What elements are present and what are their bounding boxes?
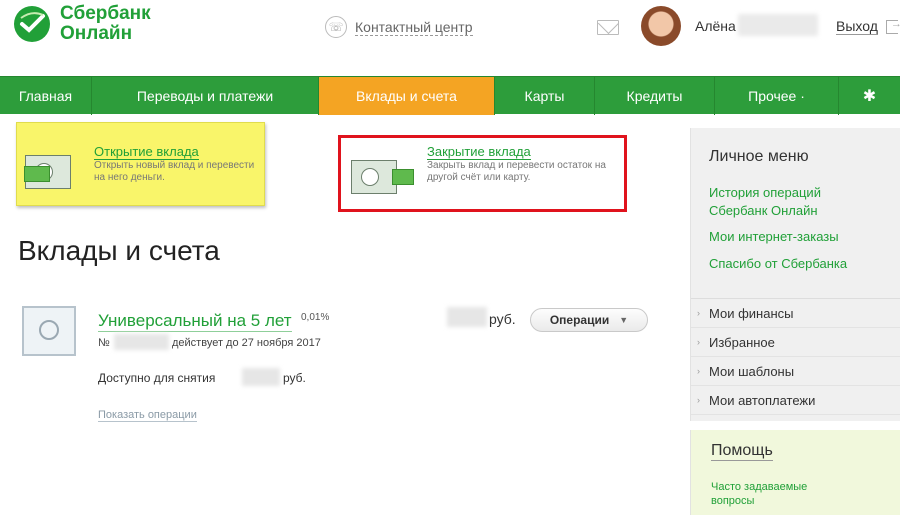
deposit-valid-until: действует до 27 ноября 2017: [172, 337, 321, 349]
balance-currency: руб.: [489, 311, 516, 327]
sidebar-link-spasibo[interactable]: Спасибо от Сбербанка: [709, 255, 847, 274]
chevron-right-icon: ›: [697, 308, 700, 318]
sidebar-item-templates[interactable]: › Мои шаблоны: [691, 357, 900, 386]
help-title[interactable]: Помощь: [711, 442, 773, 461]
deposit-name-link[interactable]: Универсальный на 5 лет: [98, 311, 292, 332]
chevron-right-icon: ›: [697, 395, 700, 405]
chevron-down-icon: ▼: [619, 315, 629, 325]
nav-item-credits[interactable]: Кредиты: [595, 77, 715, 115]
sidebar-item-finances[interactable]: › Мои финансы: [691, 299, 900, 328]
safe-dial: [361, 168, 379, 186]
sidebar-link-history[interactable]: История операций Сбербанк Онлайн: [709, 184, 849, 221]
mail-icon[interactable]: [597, 20, 619, 35]
open-deposit-tile[interactable]: Открытие вклада Открыть новый вклад и пе…: [16, 122, 265, 206]
brand-line-1: Сбербанк: [60, 3, 151, 24]
nav-settings[interactable]: ✱: [839, 77, 900, 115]
banknote-icon: [392, 169, 414, 185]
sidebar-item-label: Мои финансы: [709, 305, 794, 321]
safe-dial: [39, 320, 59, 340]
balance-redacted: [447, 307, 487, 327]
close-deposit-link[interactable]: Закрытие вклада: [427, 145, 531, 160]
sidebar-item-label: Мои шаблоны: [709, 363, 795, 379]
available-label: Доступно для снятия: [98, 371, 216, 385]
account-number-redacted: [114, 334, 169, 350]
nav-item-other[interactable]: Прочее ·: [715, 77, 839, 115]
open-deposit-link[interactable]: Открытие вклада: [94, 145, 199, 160]
nav-item-home[interactable]: Главная: [0, 77, 92, 115]
main-nav: Главная Переводы и платежи Вклады и счет…: [0, 76, 900, 115]
contact-center-link[interactable]: Контактный центр: [355, 19, 473, 36]
phone-icon: ☏: [325, 16, 347, 38]
logout-icon: [885, 18, 900, 34]
logout-button[interactable]: Выход: [836, 18, 900, 35]
sidebar-item-autopayments[interactable]: › Мои автоплатежи: [691, 386, 900, 415]
avatar[interactable]: [641, 6, 681, 46]
sidebar-item-favorites[interactable]: › Избранное: [691, 328, 900, 357]
operations-label: Операции: [549, 313, 610, 327]
brand-line-2: Онлайн: [60, 23, 133, 44]
help-box: Помощь Часто задаваемые вопросы: [690, 430, 900, 515]
contact-center[interactable]: ☏ Контактный центр: [325, 16, 473, 38]
available-currency: руб.: [283, 371, 306, 385]
close-deposit-description: Закрыть вклад и перевести остаток на дру…: [427, 160, 606, 183]
page-title: Вклады и счета: [18, 235, 220, 266]
sidebar-item-label: Избранное: [709, 334, 775, 350]
nav-item-transfers[interactable]: Переводы и платежи: [92, 77, 319, 115]
sberbank-logo-icon: [14, 6, 50, 42]
user-name[interactable]: Алёна: [695, 18, 736, 34]
chevron-right-icon: ›: [697, 337, 700, 347]
open-deposit-description: Открыть новый вклад и перевести на него …: [94, 160, 255, 183]
nav-item-cards[interactable]: Карты: [495, 77, 595, 115]
safe-icon: [351, 160, 414, 194]
account-number-prefix: №: [98, 337, 110, 349]
header: Сбербанк Онлайн ☏ Контактный центр Алёна…: [0, 0, 900, 76]
available-amount-redacted: [242, 368, 280, 386]
safe-icon: [24, 155, 71, 189]
deposit-rate: 0,01%: [301, 312, 330, 323]
operations-dropdown-button[interactable]: Операции ▼: [530, 308, 648, 332]
user-surname-redacted: [738, 14, 818, 36]
logout-label[interactable]: Выход: [836, 18, 878, 35]
banknote-icon: [24, 166, 50, 182]
faq-link[interactable]: Часто задаваемые вопросы: [711, 480, 831, 508]
personal-menu-title: Личное меню: [709, 148, 809, 165]
close-deposit-tile[interactable]: Закрытие вклада Закрыть вклад и перевест…: [338, 135, 627, 212]
nav-item-deposits[interactable]: Вклады и счета: [319, 77, 495, 115]
personal-menu: Личное меню История операций Сбербанк Он…: [690, 128, 900, 421]
chevron-right-icon: ›: [697, 366, 700, 376]
sberbank-logo[interactable]: Сбербанк Онлайн: [12, 4, 151, 44]
show-operations-link[interactable]: Показать операции: [98, 409, 197, 422]
gear-icon: ✱: [862, 88, 877, 105]
sidebar-link-orders[interactable]: Мои интернет-заказы: [709, 228, 839, 247]
brand-name: Сбербанк Онлайн: [60, 4, 151, 44]
deposit-safe-icon: [22, 306, 76, 356]
sidebar-item-label: Мои автоплатежи: [709, 392, 816, 408]
